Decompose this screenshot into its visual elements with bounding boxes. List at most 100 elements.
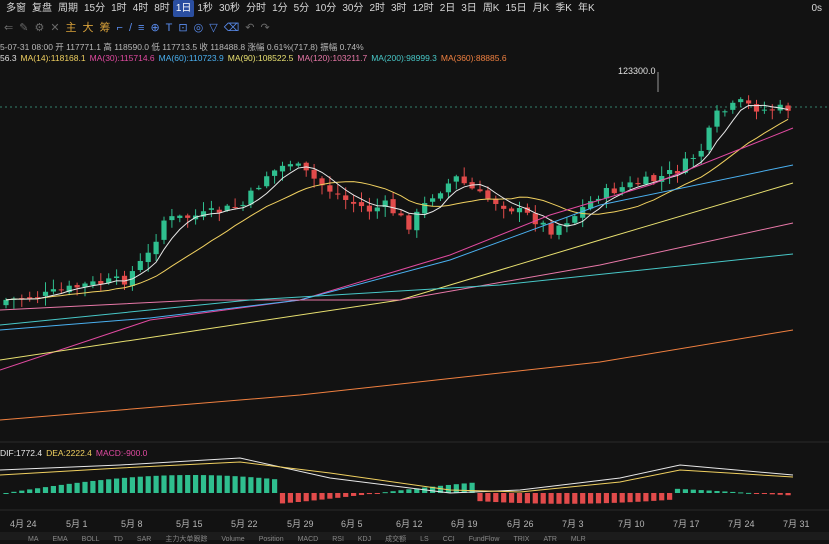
candle-body	[714, 110, 720, 127]
macd-bar	[722, 491, 728, 493]
macd-bar	[761, 493, 767, 494]
candle-body	[279, 165, 286, 172]
candle-body	[264, 176, 270, 187]
candle-body	[453, 176, 459, 182]
candle-body	[603, 188, 609, 199]
candle-body	[287, 164, 293, 167]
macd-bar	[106, 479, 112, 493]
candle-body	[295, 163, 301, 166]
macd-bar	[785, 493, 791, 496]
candle-body	[706, 127, 712, 150]
macd-bar	[303, 493, 309, 502]
candle-body	[746, 100, 752, 104]
macd-bar	[445, 484, 451, 493]
candle-body	[643, 176, 649, 185]
candle-body	[3, 299, 9, 306]
macd-bar	[461, 483, 467, 493]
macd-bar	[469, 482, 475, 493]
candle-body	[145, 252, 151, 263]
macd-bar	[643, 493, 649, 502]
macd-bar	[548, 493, 554, 504]
candle-body	[516, 208, 523, 213]
x-tick-label: 7月 24	[728, 519, 755, 529]
macd-bar	[516, 493, 523, 504]
macd-bar	[3, 493, 9, 494]
candle-body	[667, 170, 673, 175]
macd-bar	[382, 492, 388, 494]
macd-bar	[177, 475, 183, 493]
macd-bar	[595, 493, 602, 504]
indicator-bar: MA EMA BOLL TD SAR 主力大单跟踪 Volume Position MACD RS…	[0, 532, 829, 543]
candle-body	[74, 285, 80, 288]
candle-body	[153, 241, 159, 255]
macd-bar	[208, 475, 214, 493]
macd-bar	[272, 479, 278, 493]
candle-body	[477, 189, 483, 192]
candle-body	[769, 109, 775, 111]
candle-body	[627, 182, 633, 188]
macd-bar	[311, 493, 317, 501]
candle-body	[98, 280, 104, 285]
price-chart[interactable]: 123300.0	[0, 0, 829, 540]
macd-bar	[90, 480, 96, 493]
x-tick-label: 7月 17	[673, 519, 700, 529]
macd-bar	[145, 476, 151, 493]
macd-bar	[279, 493, 286, 504]
candle-body	[311, 169, 317, 179]
macd-bar	[58, 484, 64, 493]
candle-body	[540, 222, 546, 225]
macd-bar	[777, 493, 783, 495]
candle-body	[208, 208, 214, 210]
candle-body	[738, 99, 744, 103]
candle-body	[90, 281, 96, 286]
macd-bar	[153, 475, 159, 493]
macd-bar	[580, 493, 586, 504]
candle-body	[161, 220, 167, 240]
candle-body	[619, 187, 625, 192]
macd-bar	[406, 489, 412, 493]
macd-bar	[19, 490, 25, 493]
candle-body	[366, 205, 372, 212]
candle-body	[351, 201, 357, 204]
candle-body	[390, 199, 396, 214]
macd-bar	[477, 493, 483, 502]
macd-bar	[374, 493, 380, 494]
macd-bar	[319, 493, 325, 500]
candle-body	[509, 208, 515, 212]
macd-bar	[366, 493, 372, 495]
macd-bar	[50, 485, 56, 493]
macd-bar	[295, 493, 301, 502]
candle-body	[177, 215, 183, 218]
candle-body	[698, 150, 704, 157]
candle-body	[327, 185, 333, 192]
macd-bar	[690, 489, 696, 493]
candle-body	[722, 111, 728, 113]
macd-bar	[524, 493, 530, 504]
macd-bar	[264, 478, 270, 493]
candle-body	[256, 187, 262, 190]
macd-bar	[738, 492, 744, 494]
macd-bar	[667, 493, 673, 500]
candle-body	[730, 102, 736, 110]
candle-body	[430, 198, 436, 202]
macd-bar	[698, 490, 704, 493]
macd-bar	[35, 488, 41, 493]
ma60-line	[0, 164, 794, 331]
macd-bar	[327, 493, 333, 499]
candle-body	[572, 216, 578, 223]
macd-bar	[509, 493, 515, 503]
candle-body	[58, 289, 64, 291]
macd-bar	[114, 478, 120, 493]
macd-bar	[82, 481, 88, 493]
candle-body	[461, 176, 467, 184]
macd-bar	[753, 493, 760, 494]
macd-bar	[746, 492, 752, 494]
candle-body	[169, 216, 175, 221]
macd-bar	[564, 493, 570, 504]
candle-body	[437, 193, 444, 199]
candle-body	[398, 213, 404, 216]
candle-body	[42, 291, 49, 296]
high-annotation: 123300.0	[618, 66, 656, 76]
candle-body	[240, 204, 246, 206]
candle-body	[272, 170, 278, 176]
